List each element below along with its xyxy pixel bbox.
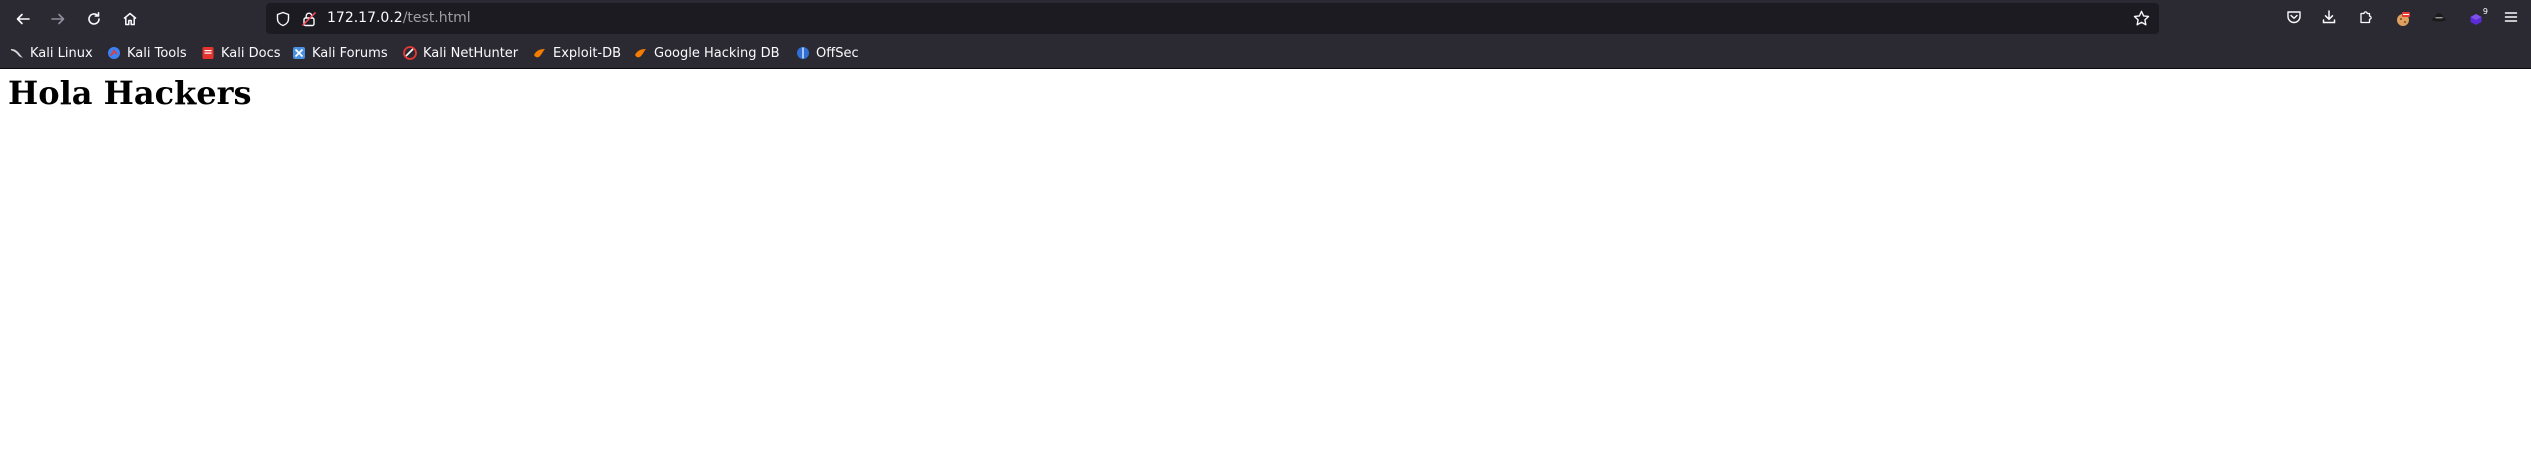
app-menu-button[interactable] [2497, 5, 2525, 33]
bookmark-google-hacking-db[interactable]: Google Hacking DB [634, 41, 780, 65]
bookmark-kali-docs[interactable]: Kali Docs [201, 41, 281, 65]
extension-badge-count: 9 [2482, 7, 2488, 16]
exploit-db-icon [533, 46, 547, 60]
forward-arrow-icon [50, 11, 66, 27]
extension-badge-button[interactable]: 9 [2462, 5, 2490, 33]
url-host: 172.17.0.2 [327, 10, 403, 26]
reload-button[interactable] [80, 5, 108, 33]
bookmark-kali-nethunter[interactable]: Kali NetHunter [403, 41, 518, 65]
offsec-icon [796, 46, 810, 60]
bookmark-offsec[interactable]: OffSec [796, 41, 859, 65]
purple-extension-icon: 9 [2468, 7, 2488, 27]
bookmark-kali-forums[interactable]: Kali Forums [292, 41, 388, 65]
extension-cookie-button[interactable] [2389, 5, 2417, 33]
back-arrow-icon [15, 11, 31, 27]
bookmark-label: Kali Linux [30, 45, 93, 61]
home-icon [122, 11, 138, 27]
page-content: Hola Hackers [0, 69, 2531, 454]
kali-dragon-icon [10, 46, 24, 60]
home-button[interactable] [116, 5, 144, 33]
kali-forums-icon [292, 46, 306, 60]
back-button[interactable] [9, 5, 37, 33]
bookmark-label: Google Hacking DB [654, 45, 780, 61]
hamburger-menu-icon [2503, 9, 2519, 29]
bookmark-exploit-db[interactable]: Exploit-DB [533, 41, 621, 65]
browser-chrome: 172.17.0.2/test.html 9 Kali Linux Kali T… [0, 0, 2531, 69]
pocket-button[interactable] [2280, 5, 2308, 33]
url-bar[interactable]: 172.17.0.2/test.html [266, 3, 2159, 34]
reload-icon [86, 11, 102, 27]
kali-docs-icon [201, 46, 215, 60]
shield-icon[interactable] [275, 11, 291, 31]
nethunter-icon [403, 46, 417, 60]
download-icon [2321, 9, 2337, 29]
kali-tools-icon [107, 46, 121, 60]
pocket-icon [2286, 9, 2302, 29]
cookie-extension-icon [2395, 11, 2411, 27]
page-heading: Hola Hackers [8, 74, 252, 112]
bookmark-label: Exploit-DB [553, 45, 622, 61]
star-icon[interactable] [2133, 10, 2150, 31]
bookmark-label: OffSec [816, 45, 859, 61]
bookmark-label: Kali Docs [221, 45, 281, 61]
bookmark-label: Kali Tools [127, 45, 187, 61]
url-text[interactable]: 172.17.0.2/test.html [327, 3, 471, 34]
puzzle-icon [2358, 9, 2374, 29]
navigation-toolbar: 172.17.0.2/test.html 9 [0, 0, 2531, 38]
bookmark-label: Kali Forums [312, 45, 388, 61]
hat-extension-icon [2431, 9, 2447, 29]
lock-insecure-icon[interactable] [301, 11, 317, 31]
bookmark-kali-linux[interactable]: Kali Linux [10, 41, 93, 65]
extension-hat-button[interactable] [2425, 5, 2453, 33]
downloads-button[interactable] [2315, 5, 2343, 33]
url-path: /test.html [402, 10, 471, 26]
extensions-button[interactable] [2352, 5, 2380, 33]
bookmark-kali-tools[interactable]: Kali Tools [107, 41, 187, 65]
bookmarks-toolbar: Kali Linux Kali Tools Kali Docs Kali For… [0, 41, 2531, 65]
forward-button[interactable] [44, 5, 72, 33]
bookmark-label: Kali NetHunter [423, 45, 519, 61]
ghdb-icon [634, 46, 648, 60]
